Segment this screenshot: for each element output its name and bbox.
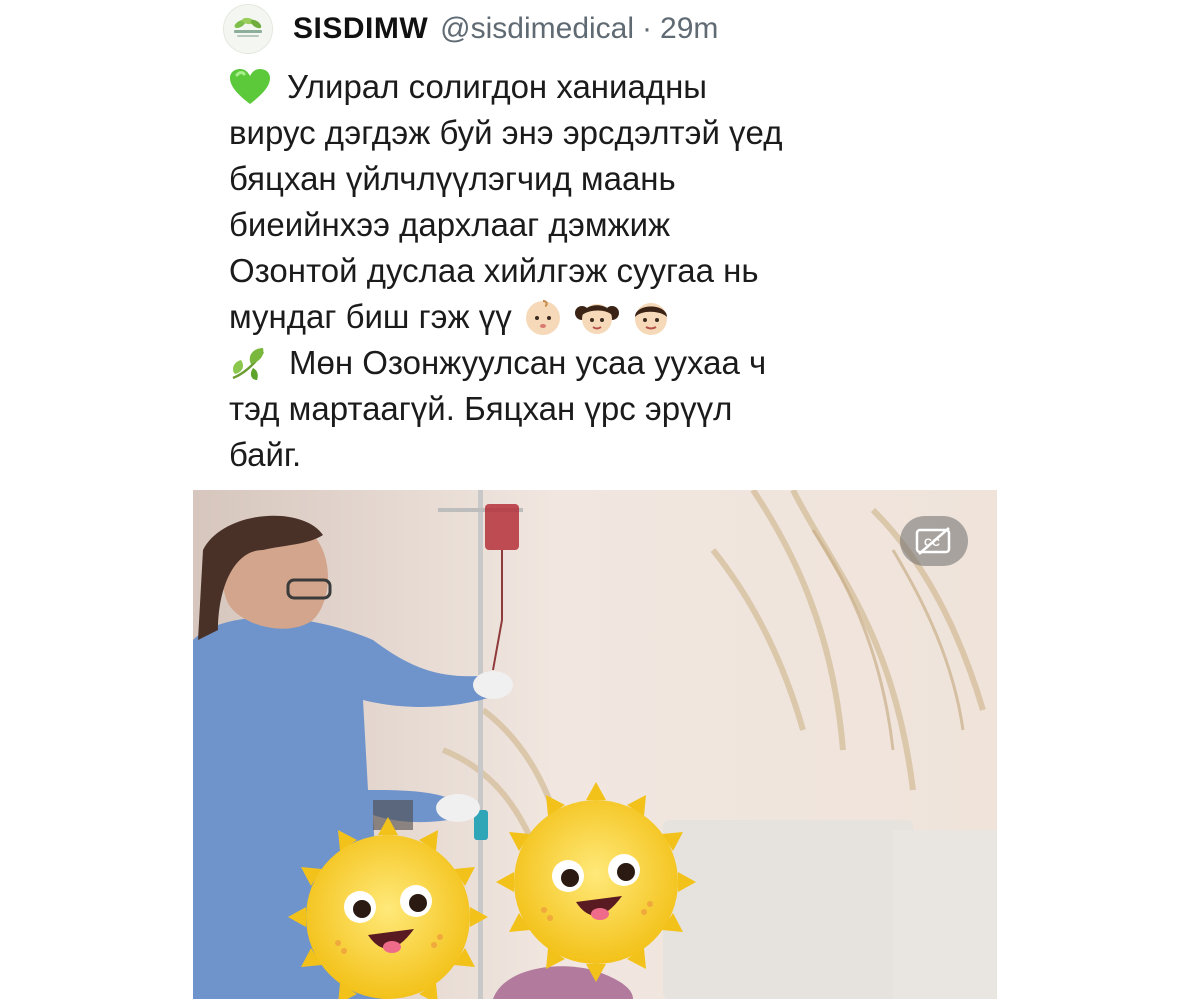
baby-icon	[522, 297, 564, 337]
author-avatar[interactable]	[223, 4, 273, 54]
post-timestamp[interactable]: 29m	[660, 12, 718, 46]
text-line: тэд мартаагүй. Бяцхан үрс эрүүл	[229, 386, 989, 432]
author-display-name[interactable]: SISDIMW	[293, 12, 428, 46]
tweet-card[interactable]: SISDIMW @sisdimedical · 29m Улирал солиг…	[193, 0, 997, 999]
boy-icon	[630, 297, 672, 337]
text-line-content: вирус дэгдэж буй энэ эрсдэлтэй үед	[229, 114, 783, 151]
sisdi-logo-icon	[234, 17, 262, 37]
tweet-video[interactable]: CC	[193, 490, 997, 999]
meta-separator: ·	[642, 12, 653, 45]
text-line: мундаг биш гэж үү	[229, 294, 989, 340]
closed-captions-button[interactable]: CC	[900, 516, 968, 566]
tweet-header: SISDIMW @sisdimedical · 29m	[223, 4, 718, 54]
text-line: бяцхан үйлчлүүлэгчид маань	[229, 156, 989, 202]
text-line-content: байг.	[229, 436, 302, 473]
screenshot-page: SISDIMW @sisdimedical · 29m Улирал солиг…	[0, 0, 1200, 999]
text-line-content: Улирал солигдон ханиадны	[287, 68, 708, 105]
text-line-content: Мөн Озонжуулсан усаа уухаа ч	[289, 344, 767, 381]
text-line: вирус дэгдэж буй энэ эрсдэлтэй үед	[229, 110, 989, 156]
leaves-icon	[229, 344, 273, 382]
text-line: байг.	[229, 432, 989, 478]
text-line-content: Озонтой дуслаа хийлгэж суугаа нь	[229, 252, 759, 289]
text-line: Мөн Озонжуулсан усаа уухаа ч	[229, 340, 989, 386]
text-line-content: биеийнхээ дархлааг дэмжиж	[229, 206, 671, 243]
text-line: Улирал солигдон ханиадны	[229, 64, 989, 110]
closed-captions-icon: CC	[915, 527, 951, 555]
text-line-content: мундаг биш гэж үү	[229, 298, 512, 335]
tweet-text: Улирал солигдон ханиадны вирус дэгдэж бу…	[229, 64, 989, 478]
video-frame	[193, 490, 997, 999]
text-line-content: тэд мартаагүй. Бяцхан үрс эрүүл	[229, 390, 733, 427]
sofa	[663, 820, 913, 999]
green-heart-icon	[229, 68, 271, 106]
girl-icon	[574, 297, 620, 337]
author-handle[interactable]: @sisdimedical	[440, 12, 634, 46]
text-line: Озонтой дуслаа хийлгэж суугаа нь	[229, 248, 989, 294]
text-line-content: бяцхан үйлчлүүлэгчид маань	[229, 160, 676, 197]
text-line: биеийнхээ дархлааг дэмжиж	[229, 202, 989, 248]
